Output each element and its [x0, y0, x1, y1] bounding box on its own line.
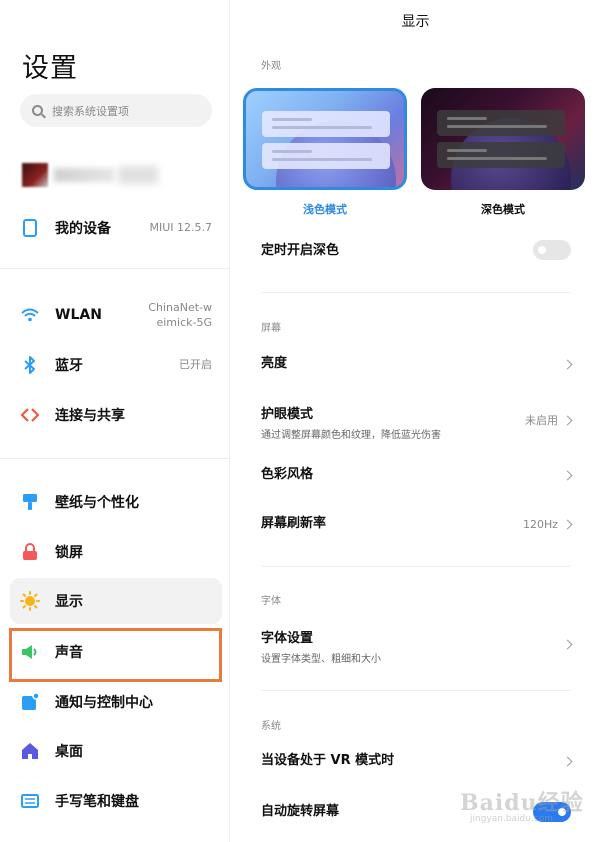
divider — [0, 268, 230, 269]
sidebar-item-notifications[interactable]: 通知与控制中心 — [10, 679, 222, 725]
sidebar: 设置 搜索系统设置项 我的设备 MIUI 12.5.7 WLAN ChinaNe… — [0, 0, 230, 842]
section-label-appearance: 外观 — [261, 61, 281, 72]
row-subtitle: 设置字体类型、粗细和大小 — [261, 654, 381, 665]
scheduled-dark-toggle[interactable] — [533, 240, 571, 260]
scheduled-dark-row[interactable]: 定时开启深色 — [261, 240, 571, 262]
light-mode-label[interactable]: 浅色模式 — [243, 201, 407, 217]
search-bar[interactable]: 搜索系统设置项 — [20, 94, 212, 127]
divider — [261, 566, 571, 567]
account-name-blurred — [54, 168, 114, 182]
sidebar-item-label: WLAN — [55, 307, 102, 323]
bluetooth-status: 已开启 — [179, 358, 212, 372]
home-icon — [19, 740, 41, 762]
display-settings-panel: 显示 外观 浅色模式 深色模式 定时开启深色 屏幕 亮度 护眼模式 通过调整屏幕… — [231, 0, 600, 842]
refresh-rate-value: 120Hz — [522, 517, 558, 531]
vr-mode-row[interactable]: 当设备处于 VR 模式时 — [261, 751, 573, 771]
sidebar-item-label: 我的设备 — [55, 221, 111, 237]
section-label-font: 字体 — [261, 596, 281, 607]
color-style-row[interactable]: 色彩风格 — [261, 465, 573, 485]
section-label-screen: 屏幕 — [261, 323, 281, 334]
sidebar-item-lock-screen[interactable]: 锁屏 — [10, 529, 222, 575]
sidebar-item-wlan[interactable]: WLAN ChinaNet-w eimick-5G — [10, 292, 222, 338]
brightness-row[interactable]: 亮度 — [261, 354, 573, 374]
preview-bubble — [437, 142, 565, 168]
wifi-icon — [19, 304, 41, 326]
row-title: 定时开启深色 — [261, 243, 340, 258]
brush-icon — [19, 491, 41, 513]
dark-mode-label[interactable]: 深色模式 — [421, 201, 585, 217]
preview-bubble — [262, 111, 390, 137]
eye-care-status: 未启用 — [525, 414, 558, 427]
divider — [261, 690, 571, 691]
baidu-watermark: Baidu经验 — [460, 790, 584, 816]
sidebar-item-stylus-keyboard[interactable]: 手写笔和键盘 — [10, 778, 222, 824]
chevron-right-icon — [562, 470, 573, 480]
row-title: 色彩风格 — [261, 467, 314, 482]
preview-bubble — [437, 110, 565, 136]
device-version: MIUI 12.5.7 — [149, 221, 212, 235]
notification-icon — [19, 691, 41, 713]
divider — [261, 292, 571, 293]
phone-icon — [19, 217, 41, 239]
page-title: 显示 — [401, 14, 430, 30]
divider — [0, 458, 230, 459]
search-placeholder: 搜索系统设置项 — [52, 104, 129, 118]
row-title: 当设备处于 VR 模式时 — [261, 753, 395, 768]
search-icon — [32, 105, 43, 116]
sidebar-item-connection-sharing[interactable]: 连接与共享 — [10, 392, 222, 438]
refresh-rate-row[interactable]: 屏幕刷新率 120Hz — [261, 514, 573, 534]
wlan-network-name: ChinaNet-w eimick-5G — [148, 300, 212, 329]
sidebar-item-label: 蓝牙 — [55, 358, 83, 374]
chevron-right-icon — [562, 519, 573, 529]
sidebar-item-home-screen[interactable]: 桌面 — [10, 728, 222, 774]
sidebar-item-label: 桌面 — [55, 744, 83, 760]
sidebar-item-label: 显示 — [55, 594, 83, 610]
chevron-right-icon — [562, 359, 573, 369]
section-label-system: 系统 — [261, 721, 281, 732]
chevron-right-icon — [562, 415, 573, 425]
sidebar-item-my-device[interactable]: 我的设备 MIUI 12.5.7 — [10, 205, 222, 251]
light-mode-card[interactable] — [243, 88, 407, 190]
account-info-blurred — [118, 166, 158, 184]
sidebar-item-bluetooth[interactable]: 蓝牙 已开启 — [10, 342, 222, 388]
chevron-right-icon — [562, 639, 573, 649]
bluetooth-icon — [19, 354, 41, 376]
sidebar-item-label: 连接与共享 — [55, 408, 125, 424]
lock-icon — [19, 541, 41, 563]
preview-bubble — [262, 143, 390, 169]
account-entry[interactable] — [18, 160, 218, 190]
avatar — [22, 163, 48, 187]
sidebar-item-label: 通知与控制中心 — [55, 695, 153, 711]
dark-mode-card[interactable] — [421, 88, 585, 190]
row-title: 字体设置 — [261, 631, 314, 646]
sidebar-title: 设置 — [22, 53, 78, 84]
eye-care-row[interactable]: 护眼模式 通过调整屏幕颜色和纹理，降低蓝光伤害 未启用 — [261, 403, 573, 441]
chevron-right-icon — [562, 756, 573, 766]
sun-icon — [19, 590, 41, 612]
sidebar-item-label: 锁屏 — [55, 545, 83, 561]
sidebar-item-wallpaper[interactable]: 壁纸与个性化 — [10, 479, 222, 525]
sound-highlight-annotation — [9, 628, 222, 682]
share-icon — [19, 404, 41, 426]
keyboard-icon — [19, 790, 41, 812]
font-settings-row[interactable]: 字体设置 设置字体类型、粗细和大小 — [261, 627, 573, 665]
baidu-watermark-url: jingyan.baidu.com — [470, 814, 554, 824]
sidebar-item-display[interactable]: 显示 — [10, 578, 222, 624]
sidebar-item-label: 手写笔和键盘 — [55, 794, 139, 810]
row-title: 亮度 — [261, 356, 288, 371]
sidebar-item-label: 壁纸与个性化 — [55, 495, 139, 511]
